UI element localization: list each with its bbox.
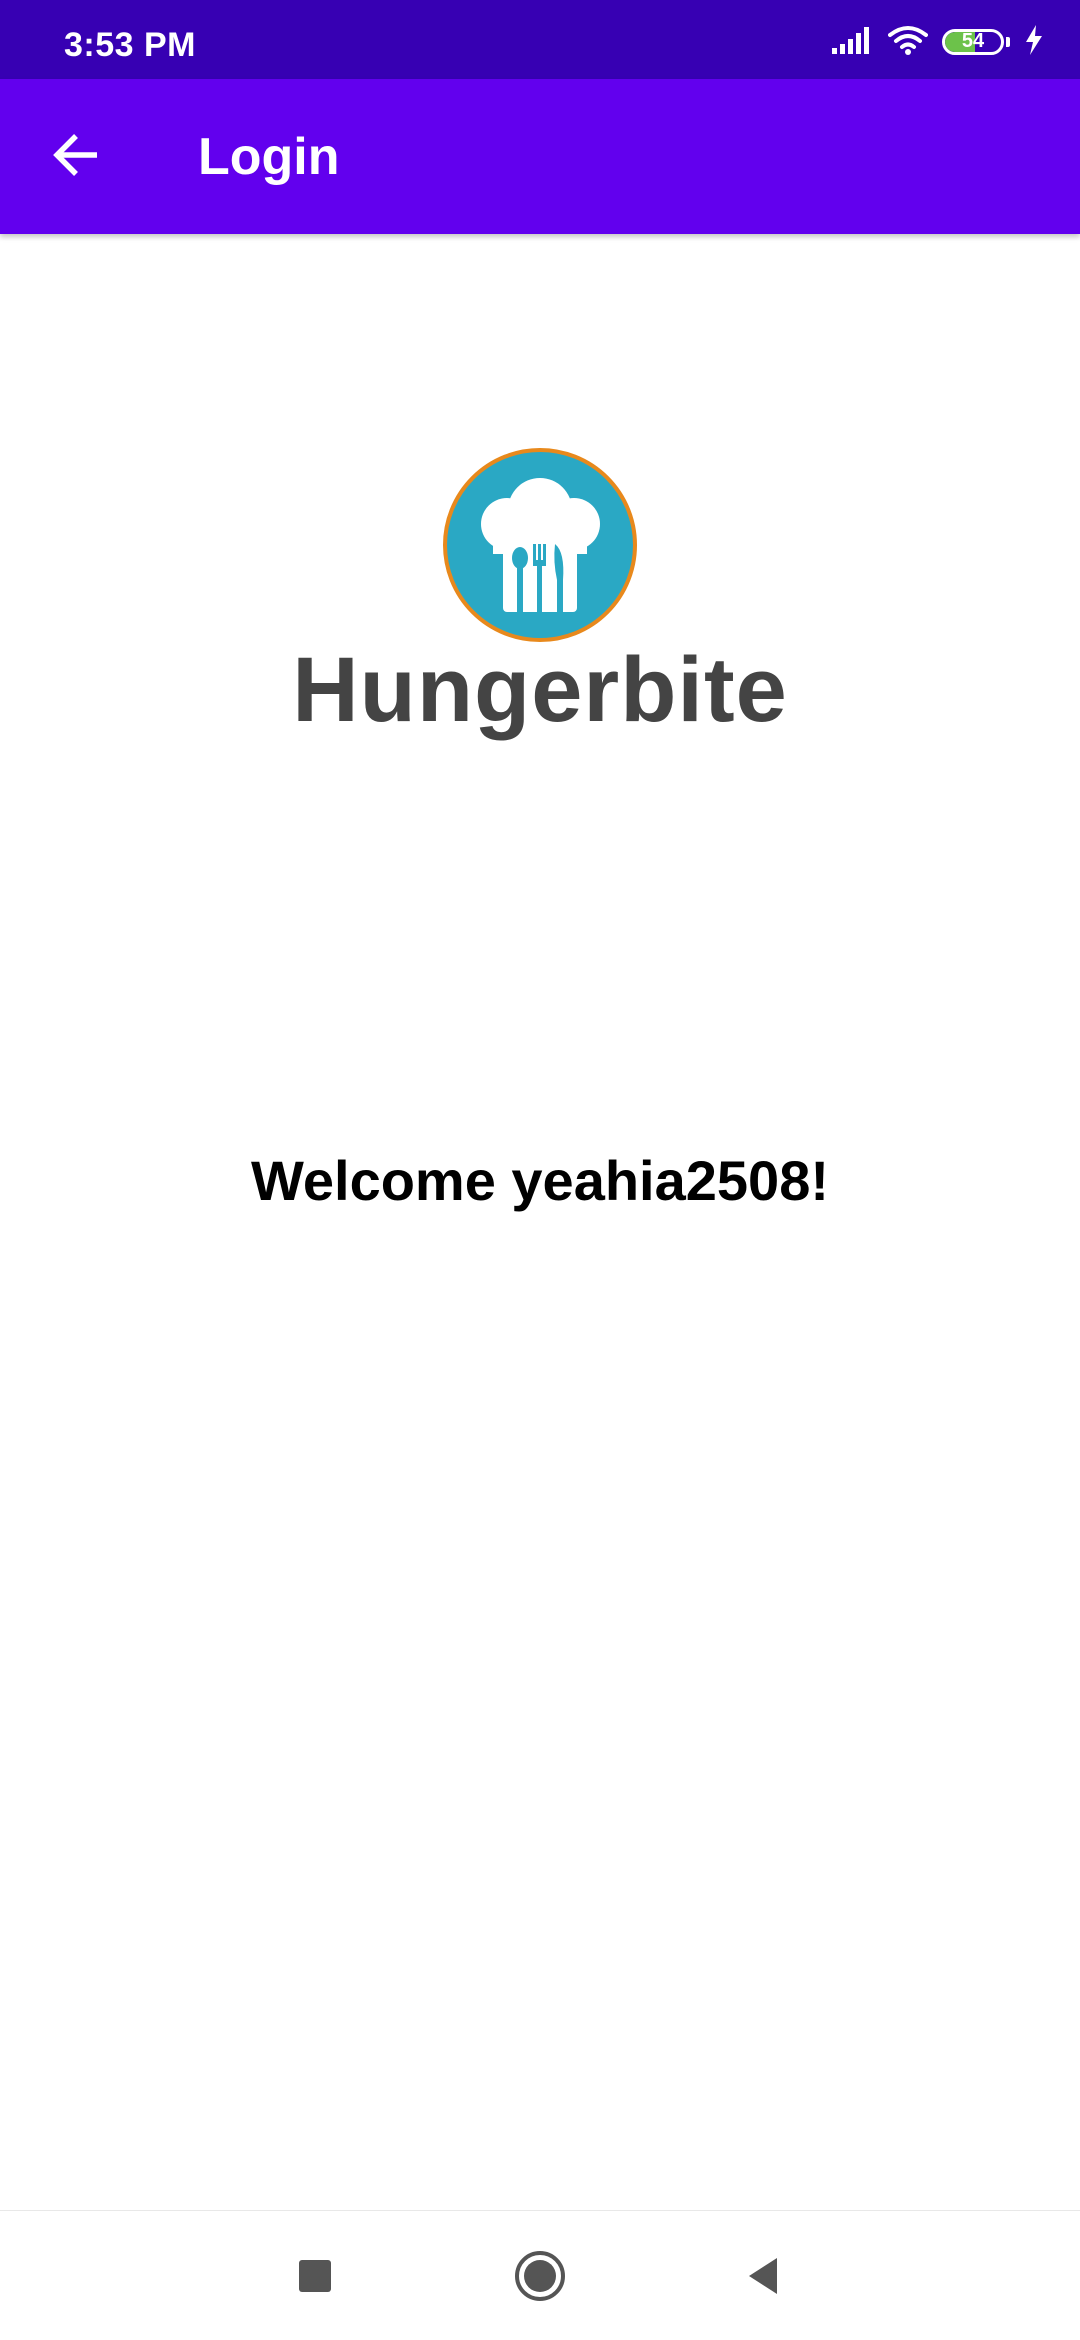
charging-icon	[1024, 24, 1044, 60]
recents-square-icon	[297, 2258, 333, 2299]
logo-wordmark: Hungerbite	[292, 639, 788, 741]
arrow-left-icon	[51, 132, 101, 183]
app-logo: Hungerbite	[0, 440, 1080, 750]
page-title: Login	[198, 128, 340, 186]
battery-icon: 54	[942, 29, 1004, 55]
chef-hat-cutlery-icon	[443, 448, 637, 642]
app-bar: Login	[0, 79, 1080, 234]
battery-cap	[1006, 37, 1010, 47]
home-button[interactable]	[495, 2233, 585, 2323]
status-bar: 3:53 PM 54	[0, 0, 1080, 79]
system-back-button[interactable]	[718, 2233, 808, 2323]
home-circle-icon	[513, 2249, 567, 2308]
wifi-icon	[888, 25, 928, 60]
battery-level: 54	[961, 30, 985, 52]
screen: 3:53 PM 54 Login Hungerbite Welcome yeah…	[0, 0, 1080, 2340]
back-triangle-icon	[743, 2256, 783, 2301]
recents-button[interactable]	[270, 2233, 360, 2323]
navigation-bar	[0, 2210, 1080, 2340]
welcome-message: Welcome yeahia2508!	[251, 1149, 829, 1212]
status-time: 3:53 PM	[64, 26, 196, 64]
status-icons: 54	[832, 22, 1044, 62]
back-button[interactable]	[36, 121, 116, 193]
signal-icon	[832, 26, 874, 59]
